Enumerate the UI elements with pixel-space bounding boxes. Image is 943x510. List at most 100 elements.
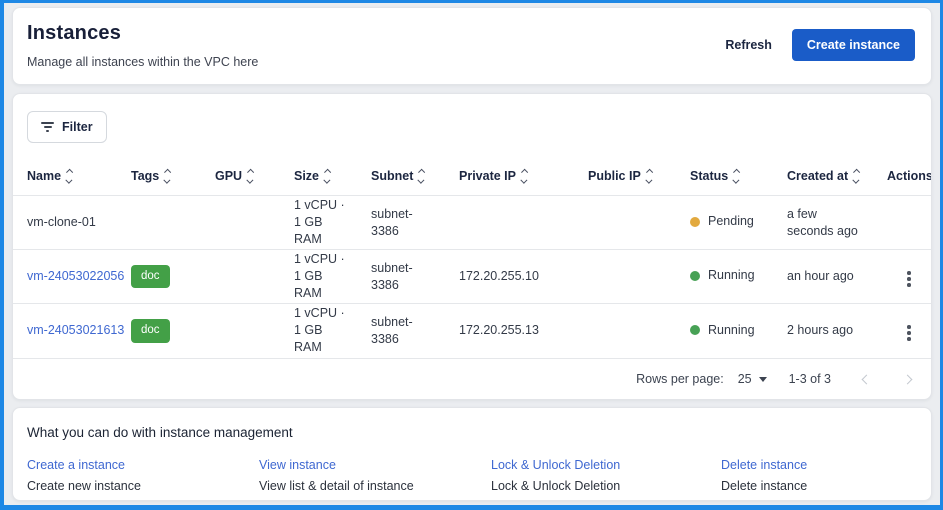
column-header-private-ip[interactable]: Private IP (459, 155, 588, 196)
sort-arrows-icon (854, 170, 859, 182)
page-header-text: Instances Manage all instances within th… (27, 22, 258, 84)
cell-status: Pending (690, 196, 787, 250)
cell-gpu (215, 250, 294, 304)
cell-size-wrap: 1 vCPU · 1 GB RAM (294, 196, 371, 250)
rows-per-page-value: 25 (738, 372, 752, 386)
instance-created-at: an hour ago (787, 268, 861, 285)
help-link-description: View list & detail of instance (259, 479, 491, 493)
instance-size: 1 vCPU · 1 GB RAM (294, 197, 346, 248)
cell-subnet-wrap: subnet-3386 (371, 250, 459, 304)
cell-size-wrap: 1 vCPU · 1 GB RAM (294, 250, 371, 304)
table-row: vm-24053021613 doc 1 vCPU · 1 GB RAM subnet… (13, 304, 931, 358)
column-header-label: Name (27, 169, 61, 183)
create-instance-button[interactable]: Create instance (792, 29, 915, 61)
sort-arrows-icon (734, 170, 739, 182)
cell-public-ip (588, 304, 690, 358)
column-header-subnet[interactable]: Subnet (371, 155, 459, 196)
column-header-inner: Size (294, 169, 330, 183)
column-header-gpu[interactable]: GPU (215, 155, 294, 196)
cell-name: vm-24053022056 (13, 250, 131, 304)
refresh-button[interactable]: Refresh (725, 38, 772, 52)
column-header-label: Subnet (371, 169, 413, 183)
instance-size: 1 vCPU · 1 GB RAM (294, 251, 346, 302)
instances-panel: Filter Name Tags GPU Size Subnet Private IP Pu… (12, 93, 932, 400)
tag-badge: doc (131, 265, 170, 289)
help-link[interactable]: Create a instance (27, 458, 125, 472)
cell-public-ip (588, 250, 690, 304)
cell-tags: doc (131, 304, 215, 358)
tag-badge: doc (131, 319, 170, 343)
column-header-label: Created at (787, 169, 848, 183)
help-links-grid: Create a instance Create new instanceView… (27, 456, 915, 493)
help-link[interactable]: Lock & Unlock Deletion (491, 458, 620, 472)
column-header-label: Tags (131, 169, 159, 183)
kebab-vertical-icon[interactable] (901, 267, 917, 291)
page-title: Instances (27, 22, 258, 45)
cell-subnet-wrap: subnet-3386 (371, 196, 459, 250)
help-link-description: Create new instance (27, 479, 259, 493)
instance-name-link[interactable]: vm-24053021613 (27, 323, 124, 337)
cell-created-wrap: 2 hours ago (787, 304, 887, 358)
column-header-label: Public IP (588, 169, 641, 183)
kebab-vertical-icon[interactable] (901, 321, 917, 345)
chevron-left-icon[interactable] (861, 374, 872, 385)
cell-public-ip (588, 196, 690, 250)
cell-created-wrap: an hour ago (787, 250, 887, 304)
column-header-inner: Tags (131, 169, 170, 183)
help-link[interactable]: Delete instance (721, 458, 807, 472)
help-link[interactable]: View instance (259, 458, 336, 472)
cell-size-wrap: 1 vCPU · 1 GB RAM (294, 304, 371, 358)
column-header-label: Size (294, 169, 319, 183)
status-dot-icon (690, 271, 700, 281)
column-header-status[interactable]: Status (690, 155, 787, 196)
cell-name: vm-clone-01 (13, 196, 131, 250)
sort-arrows-icon (248, 170, 253, 182)
column-header-name[interactable]: Name (13, 155, 131, 196)
help-heading: What you can do with instance management (27, 425, 915, 440)
column-header-inner: Private IP (459, 169, 526, 183)
column-header-created-at[interactable]: Created at (787, 155, 887, 196)
instance-created-at: 2 hours ago (787, 322, 861, 339)
instance-subnet: subnet-3386 (371, 314, 421, 348)
instance-size: 1 vCPU · 1 GB RAM (294, 305, 346, 356)
cell-gpu (215, 304, 294, 358)
column-header-inner: Created at (787, 169, 859, 183)
table-header-row: Name Tags GPU Size Subnet Private IP Public IP… (13, 155, 931, 196)
help-link-description: Delete instance (721, 479, 915, 493)
table-row: vm-clone-01 1 vCPU · 1 GB RAM subnet-3386 P… (13, 196, 931, 250)
filter-button-label: Filter (62, 120, 93, 134)
status-label: Pending (708, 213, 754, 230)
cell-tags: doc (131, 250, 215, 304)
chevron-right-icon[interactable] (902, 374, 913, 385)
cell-actions (887, 196, 931, 250)
rows-per-page-select[interactable]: 25 (738, 372, 767, 386)
cell-created-wrap: a few seconds ago (787, 196, 887, 250)
table-body: vm-clone-01 1 vCPU · 1 GB RAM subnet-3386 P… (13, 196, 931, 358)
column-header-public-ip[interactable]: Public IP (588, 155, 690, 196)
pager-controls (861, 374, 913, 385)
cell-private-ip (459, 196, 588, 250)
column-header-label: Status (690, 169, 728, 183)
sort-arrows-icon (419, 170, 424, 182)
help-link-item: View instance View list & detail of insta… (259, 456, 491, 493)
rows-per-page-label: Rows per page: (636, 372, 724, 386)
column-header-inner: Public IP (588, 169, 651, 183)
page-subtitle: Manage all instances within the VPC here (27, 55, 258, 69)
help-link-item: Lock & Unlock DeletionLock & Unlock Dele… (491, 456, 721, 493)
filter-button[interactable]: Filter (27, 111, 107, 143)
status-label: Running (708, 267, 755, 284)
help-link-item: Create a instance Create new instance (27, 456, 259, 493)
pagination-range: 1-3 of 3 (789, 372, 831, 386)
column-header-inner: Actions (887, 169, 932, 183)
status-badge: Running (690, 322, 755, 339)
status-label: Running (708, 322, 755, 339)
column-header-tags[interactable]: Tags (131, 155, 215, 196)
column-header-inner: Name (27, 169, 72, 183)
column-header-label: GPU (215, 169, 242, 183)
sort-arrows-icon (647, 170, 652, 182)
column-header-label: Actions (887, 169, 932, 183)
cell-name: vm-24053021613 (13, 304, 131, 358)
instance-name-link[interactable]: vm-24053022056 (27, 269, 124, 283)
pagination-bar: Rows per page: 25 1-3 of 3 (13, 358, 931, 400)
column-header-size[interactable]: Size (294, 155, 371, 196)
